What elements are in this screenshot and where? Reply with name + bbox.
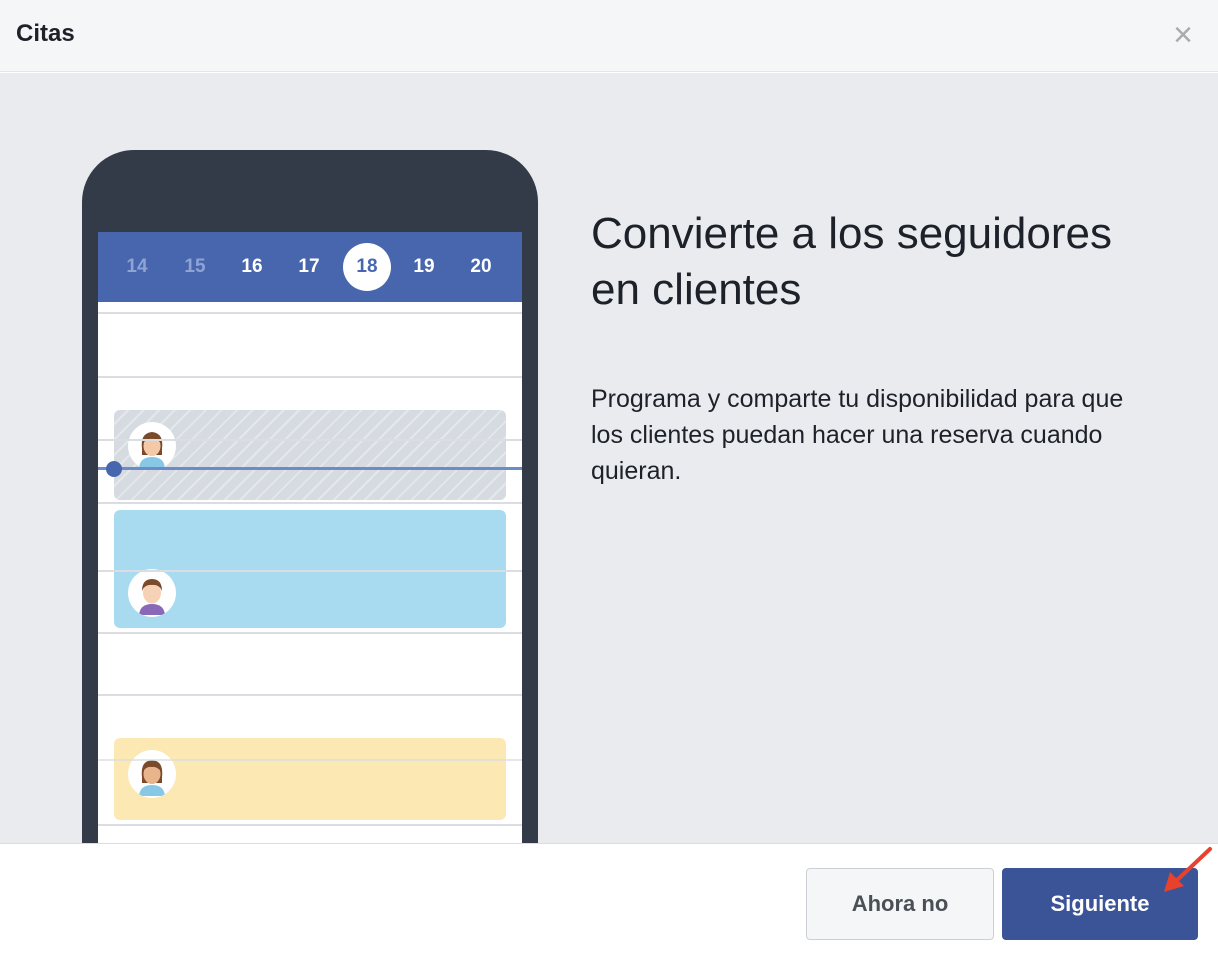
time-gridline [98,312,522,314]
upcoming-appointment-slot [114,738,506,820]
feature-description: Programa y comparte tu disponibilidad pa… [591,385,1124,485]
avatar [128,422,176,470]
time-gridline [98,439,522,441]
feature-headline: Convierte a los seguidores en clientes [591,209,1112,314]
dialog-header: Citas × [0,0,1218,72]
avatar [128,750,176,798]
time-gridline [98,502,522,504]
time-gridline [98,694,522,696]
pointer-arrow-icon [1164,847,1212,892]
calendar-date: 17 [298,256,320,277]
not-now-button[interactable]: Ahora no [806,868,994,940]
dialog-body: 14 15 16 17 18 19 20 Convierte a los seg… [0,73,1218,843]
current-time-line [98,467,522,470]
woman-avatar-icon [139,760,165,796]
man-avatar-icon [139,579,165,615]
calendar-date: 19 [413,256,435,277]
time-gridline [98,570,522,572]
time-gridline [98,824,522,826]
time-gridline [98,759,522,761]
time-gridline [98,376,522,378]
calendar-date-bar: 14 15 16 17 18 19 20 [98,232,522,302]
calendar-date: 16 [241,256,263,277]
phone-screen: 14 15 16 17 18 19 20 [98,232,522,843]
calendar-date-selected: 18 [343,243,391,291]
time-gridline [98,632,522,634]
avatar [128,569,176,617]
phone-illustration: 14 15 16 17 18 19 20 [82,150,538,843]
calendar-date: 20 [470,256,492,277]
calendar-date: 15 [184,256,206,277]
booked-appointment-slot [114,410,506,500]
calendar-date: 14 [126,256,148,277]
dialog-footer: Ahora no Siguiente [0,843,1218,954]
current-appointment-slot [114,510,506,628]
dialog-title: Citas [16,20,75,47]
woman-avatar-icon [139,432,165,468]
close-icon[interactable]: × [1168,18,1198,52]
current-time-dot [106,461,122,477]
